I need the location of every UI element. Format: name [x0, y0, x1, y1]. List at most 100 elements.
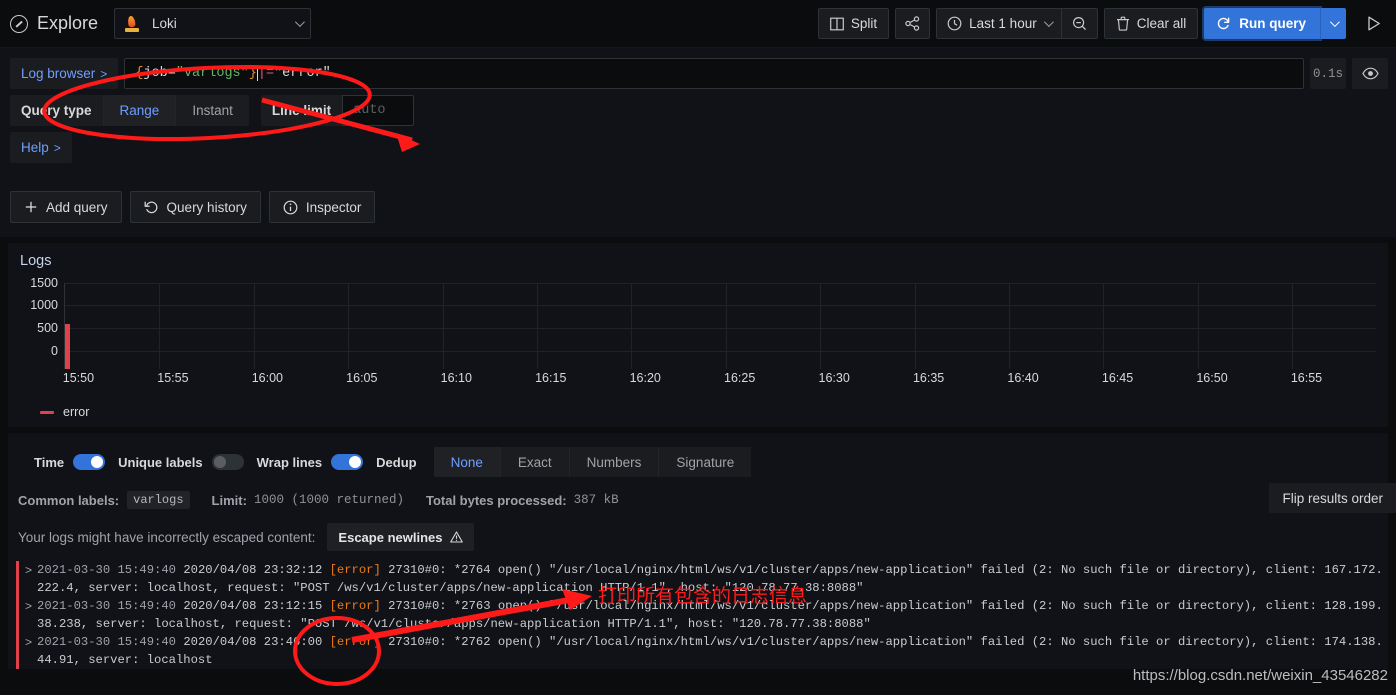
time-toggle[interactable] — [73, 454, 105, 470]
gridline — [915, 283, 916, 369]
log-row-text: 2021-03-30 15:49:40 2020/04/08 23:46:00 … — [37, 633, 1388, 669]
unique-labels-toggle[interactable] — [212, 454, 244, 470]
flip-results-order-button[interactable]: Flip results order — [1269, 483, 1396, 513]
bytes-stat: Total bytes processed: 387 kB — [426, 493, 619, 508]
share-nodes-icon — [905, 16, 920, 31]
dedup-option-signature[interactable]: Signature — [658, 447, 751, 477]
inspector-button[interactable]: Inspector — [269, 191, 376, 223]
log-row[interactable]: > 2021-03-30 15:49:40 2020/04/08 23:46:0… — [16, 633, 1388, 669]
datasource-name: Loki — [152, 16, 295, 31]
bytes-key: Total bytes processed: — [426, 493, 567, 508]
datasource-picker[interactable]: Loki — [114, 8, 311, 39]
query-type-option-range[interactable]: Range — [103, 95, 176, 126]
expand-row-chevron-icon[interactable]: > — [23, 597, 37, 615]
query-type-radio-group: Range Instant — [103, 95, 249, 126]
y-tick: 0 — [51, 344, 58, 358]
plot-area — [64, 283, 1376, 369]
split-button[interactable]: Split — [818, 8, 889, 39]
help-caret: > — [54, 141, 61, 155]
help-label: Help — [21, 140, 49, 155]
gridline — [65, 328, 1376, 329]
dedup-option-exact[interactable]: Exact — [500, 447, 569, 477]
zoom-out-button[interactable] — [1062, 9, 1097, 38]
loki-logo-icon — [125, 16, 140, 32]
logs-graph[interactable]: 1500 1000 500 0 15:50 15 — [20, 283, 1376, 393]
plus-icon — [24, 200, 38, 214]
x-tick: 16:20 — [630, 371, 661, 385]
info-circle-icon — [283, 200, 298, 215]
split-label: Split — [851, 16, 877, 31]
common-labels-key: Common labels: — [18, 493, 119, 508]
dedup-option-numbers[interactable]: Numbers — [569, 447, 659, 477]
line-limit-input[interactable]: auto — [342, 95, 414, 126]
run-query-button[interactable]: Run query — [1204, 8, 1320, 39]
legend-label-error[interactable]: error — [63, 405, 89, 419]
gridline — [159, 283, 160, 369]
bar-error[interactable] — [65, 324, 70, 369]
expand-row-chevron-icon[interactable]: > — [23, 561, 37, 579]
expr-close-brace: } — [249, 66, 257, 81]
limit-key: Limit: — [212, 493, 247, 508]
time-range-control: Last 1 hour — [936, 8, 1098, 39]
chevron-down-icon — [1329, 17, 1339, 27]
live-tail-button[interactable] — [1358, 8, 1388, 39]
time-toggle-label: Time — [34, 455, 64, 470]
dedup-option-none[interactable]: None — [434, 447, 500, 477]
log-timestamp: 2021-03-30 15:49:40 — [37, 635, 176, 649]
gridline — [537, 283, 538, 369]
log-pre: 2020/04/08 23:12:15 — [183, 599, 329, 613]
expr-label-value: "varlogs" — [176, 66, 249, 81]
refresh-icon — [1216, 16, 1231, 31]
query-history-button[interactable]: Query history — [130, 191, 261, 223]
query-row: Log browser > {job="varlogs"}|="error" 0… — [10, 58, 1388, 89]
log-timestamp: 2021-03-30 15:49:40 — [37, 599, 176, 613]
limit-value: 1000 (1000 returned) — [254, 493, 404, 507]
x-tick: 15:50 — [63, 371, 94, 385]
expand-row-chevron-icon[interactable]: > — [23, 633, 37, 651]
dedup-radio-group: None Exact Numbers Signature — [434, 447, 752, 477]
add-query-button[interactable]: Add query — [10, 191, 122, 223]
x-tick: 16:05 — [346, 371, 377, 385]
gridline — [348, 283, 349, 369]
x-axis: 15:50 15:55 16:00 16:05 16:10 16:15 16:2… — [64, 371, 1376, 391]
expr-pipe-operator: |= — [258, 66, 274, 81]
gridline — [1009, 283, 1010, 369]
share-button[interactable] — [895, 8, 930, 39]
log-browser-button[interactable]: Log browser > — [10, 58, 118, 89]
clear-all-label: Clear all — [1137, 16, 1187, 31]
query-expression-input[interactable]: {job="varlogs"}|="error" — [124, 58, 1304, 89]
inspector-label: Inspector — [306, 200, 362, 215]
run-query-dropdown[interactable] — [1320, 8, 1346, 39]
log-pre: 2020/04/08 23:46:00 — [183, 635, 329, 649]
log-level: [error] — [330, 599, 381, 613]
run-query-control: Run query — [1204, 8, 1346, 39]
x-tick: 15:55 — [157, 371, 188, 385]
query-history-label: Query history — [167, 200, 247, 215]
common-labels-value[interactable]: varlogs — [127, 491, 189, 509]
query-type-option-instant[interactable]: Instant — [175, 95, 249, 126]
toggle-visibility-button[interactable] — [1352, 58, 1388, 89]
annotation-chinese-note: 打印所有包含的日志信息 — [598, 581, 807, 608]
log-level: [error] — [330, 563, 381, 577]
wrap-lines-toggle-item: Wrap lines — [257, 454, 364, 470]
wrap-lines-label: Wrap lines — [257, 455, 323, 470]
clear-all-button[interactable]: Clear all — [1104, 8, 1199, 39]
play-icon — [1365, 15, 1382, 32]
gridline — [726, 283, 727, 369]
gridline — [631, 283, 632, 369]
help-button[interactable]: Help > — [10, 132, 72, 163]
logs-panel-title: Logs — [20, 253, 1376, 269]
limit-stat: Limit: 1000 (1000 returned) — [212, 493, 404, 508]
escape-newlines-button[interactable]: Escape newlines — [327, 523, 474, 551]
time-range-picker[interactable]: Last 1 hour — [937, 9, 1061, 38]
help-row: Help > — [10, 132, 1388, 163]
unique-labels-toggle-item: Unique labels — [118, 454, 244, 470]
gridline — [443, 283, 444, 369]
line-limit-label: Line limit — [261, 95, 342, 126]
x-tick: 16:30 — [819, 371, 850, 385]
gridline — [1198, 283, 1199, 369]
query-duration: 0.1s — [1310, 58, 1346, 89]
escape-notice-text: Your logs might have incorrectly escaped… — [18, 530, 315, 545]
wrap-lines-toggle[interactable] — [331, 454, 363, 470]
common-labels-stat: Common labels: varlogs — [18, 491, 190, 509]
